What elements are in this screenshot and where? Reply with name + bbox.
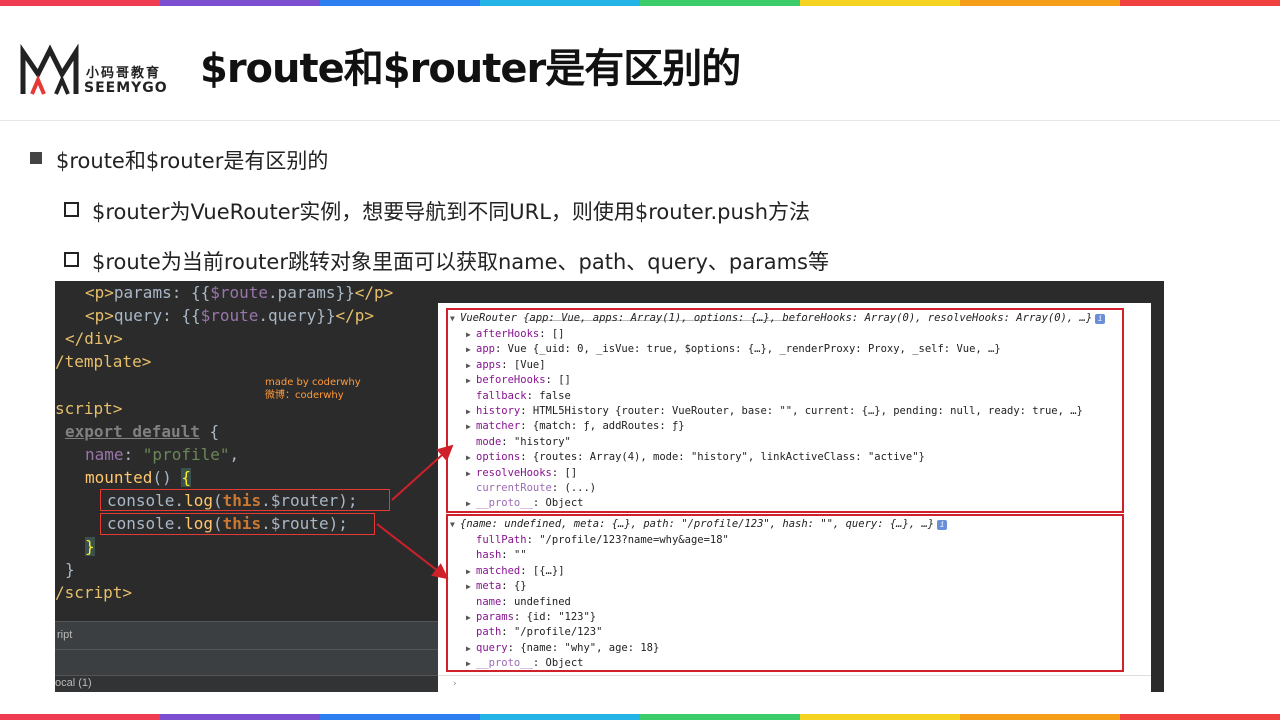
bullet-router-desc: $router为VueRouter实例，想要导航到不同URL，则使用$route… xyxy=(92,200,811,224)
logo: 小码哥教育 SEEMYGO xyxy=(20,44,185,98)
router-output-highlight xyxy=(446,308,1124,513)
code-line: name: "profile", xyxy=(85,445,240,464)
stripe-segment xyxy=(480,0,640,6)
watermark-line: 微博：coderwhy xyxy=(265,390,344,401)
code-editor: <p>params: {{$route.params}}</p> <p>quer… xyxy=(55,281,438,641)
seemygo-logo-icon xyxy=(20,44,79,95)
editor-status-bar: ocal (1) xyxy=(55,675,438,692)
stripe-segment xyxy=(1120,714,1280,720)
console-prompt-icon[interactable]: › xyxy=(452,679,457,689)
editor-tab-label[interactable]: ript xyxy=(57,629,72,641)
stripe-segment xyxy=(480,714,640,720)
code-line: <p>params: {{$route.params}}</p> xyxy=(85,283,394,302)
stripe-segment xyxy=(640,714,800,720)
editor-tab-strip: ript xyxy=(55,621,438,649)
bullet-hollow-square-icon xyxy=(64,252,79,267)
stripe-segment xyxy=(160,714,320,720)
router-log-highlight xyxy=(100,489,390,511)
bullet-level1: $route和$router是有区别的 xyxy=(56,149,329,173)
slide-title: $route和$router是有区别的 xyxy=(200,46,741,92)
code-line: } xyxy=(65,560,75,579)
code-line: } xyxy=(85,537,95,556)
watermark-line: made by coderwhy xyxy=(265,377,361,388)
code-line: /template> xyxy=(55,352,152,371)
stripe-segment xyxy=(0,0,160,6)
logo-english-text: SEEMYGO xyxy=(84,80,168,96)
route-log-highlight xyxy=(100,513,375,535)
code-line: </div> xyxy=(65,329,123,348)
watermark: made by coderwhy 微博：coderwhy xyxy=(265,376,361,402)
stripe-segment xyxy=(320,0,480,6)
stripe-segment xyxy=(960,714,1120,720)
top-color-stripe xyxy=(0,0,1280,6)
stripe-segment xyxy=(320,714,480,720)
bullet-hollow-square-icon xyxy=(64,202,79,217)
bullet-route-desc: $route为当前router跳转对象里面可以获取name、path、query… xyxy=(92,250,829,274)
stripe-segment xyxy=(800,0,960,6)
title-divider xyxy=(0,120,1280,121)
bullet-square-icon xyxy=(30,152,42,164)
editor-toolbar xyxy=(55,649,438,675)
stripe-segment xyxy=(160,0,320,6)
bottom-color-stripe xyxy=(0,714,1280,720)
code-line: <p>query: {{$route.query}}</p> xyxy=(85,306,374,325)
stripe-segment xyxy=(0,714,160,720)
code-line: /script> xyxy=(55,583,133,602)
window-edge xyxy=(1151,303,1164,692)
console-bottom-divider xyxy=(438,675,1151,676)
stripe-segment xyxy=(640,0,800,6)
route-output-highlight xyxy=(446,514,1124,672)
code-screenshot: <p>params: {{$route.params}}</p> <p>quer… xyxy=(55,281,1164,692)
code-line: export default { xyxy=(65,422,220,441)
code-line: script> xyxy=(55,399,123,418)
status-label[interactable]: ocal (1) xyxy=(55,677,92,689)
stripe-segment xyxy=(1120,0,1280,6)
devtools-console: ▼ VueRouter {app: Vue, apps: Array(1), op… xyxy=(438,303,1151,692)
logo-chinese-text: 小码哥教育 xyxy=(86,66,162,81)
stripe-segment xyxy=(960,0,1120,6)
code-line: mounted() { xyxy=(85,468,191,487)
stripe-segment xyxy=(800,714,960,720)
